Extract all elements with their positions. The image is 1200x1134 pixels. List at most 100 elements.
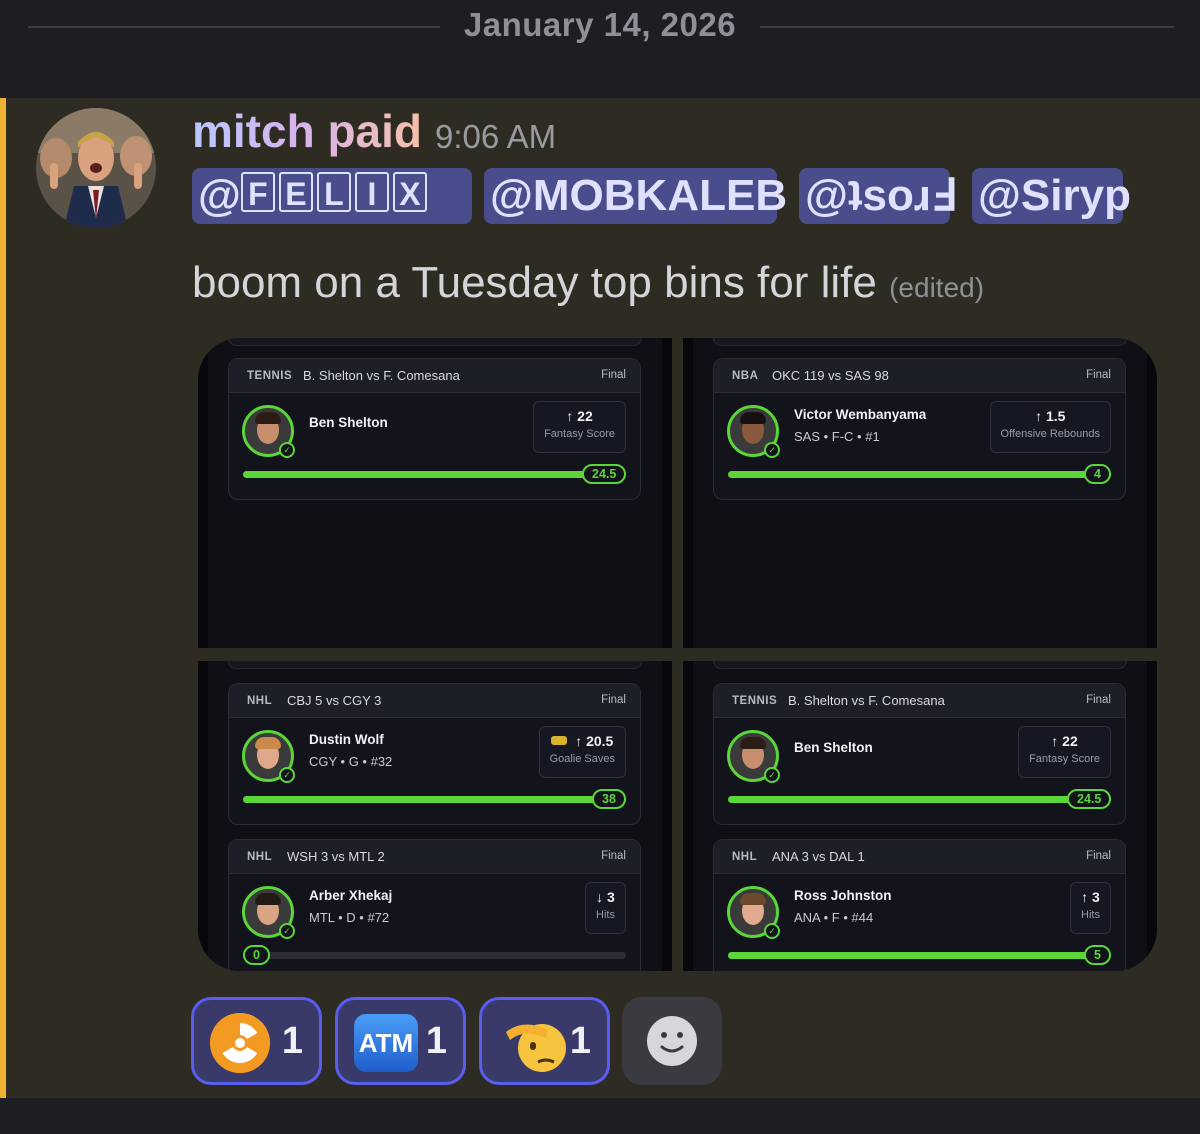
progress-fill	[243, 796, 626, 803]
letter-box: F	[240, 172, 275, 212]
game-status: Final	[601, 694, 626, 706]
player-photo: ✓	[242, 886, 295, 939]
game-status: Final	[1086, 850, 1111, 862]
mention-siryp[interactable]: @Siryp	[972, 168, 1131, 224]
league-label: TENNIS	[247, 370, 293, 382]
tile-edge	[683, 661, 693, 971]
highlight-accent-bar	[0, 98, 6, 1098]
tile-edge	[662, 338, 672, 648]
card-header: TENNIS B. Shelton vs F. Comesana Final	[229, 359, 640, 393]
progress-fill	[728, 471, 1111, 478]
image-attachment-4[interactable]: TENNIS B. Shelton vs F. Comesana Final ✓…	[683, 661, 1157, 971]
stat-label: Goalie Saves	[549, 753, 615, 765]
reaction-radioactive[interactable]: 1	[191, 997, 322, 1085]
stat-label: Hits	[1081, 909, 1100, 921]
letter-box: I	[354, 172, 389, 212]
player-name: Victor Wembanyama	[794, 407, 927, 422]
mention-mobkaleb[interactable]: @MOBKALEB	[484, 168, 787, 224]
player-meta: MTL • D • #72	[309, 910, 390, 925]
message-text: boom on a Tuesday top bins for life	[192, 258, 877, 307]
player-meta: ANA • F • #44	[794, 910, 874, 925]
reaction-saluting-face[interactable]: 1	[479, 997, 610, 1085]
progress-track: 4	[728, 464, 1111, 484]
player-name: Ben Shelton	[309, 415, 388, 430]
stat-value: ↑ 22	[566, 408, 593, 424]
matchup-label: B. Shelton vs F. Comesana	[788, 693, 945, 708]
stat-label: Hits	[596, 909, 615, 921]
radioactive-icon	[210, 1013, 270, 1073]
add-reaction-button[interactable]	[622, 997, 722, 1085]
avatar[interactable]	[36, 108, 156, 228]
player-name: Ross Johnston	[794, 888, 892, 903]
player-meta: CGY • G • #32	[309, 754, 393, 769]
game-status: Final	[1086, 369, 1111, 381]
stat-box: ↑ 22 Fantasy Score	[533, 401, 626, 453]
card-header: TENNIS B. Shelton vs F. Comesana Final	[714, 684, 1125, 718]
reaction-atm[interactable]: ATM 1	[335, 997, 466, 1085]
progress-fill	[728, 796, 1111, 803]
message-timestamp[interactable]: 9:06 AM	[435, 118, 556, 156]
matchup-label: B. Shelton vs F. Comesana	[303, 368, 460, 383]
stat-value: ↑ 20.5	[550, 733, 615, 749]
message[interactable]: mitch paid 9:06 AM @ F E L I X @MOBKALEB @ʇso…	[0, 98, 1200, 1098]
progress-track: 38	[243, 789, 626, 809]
check-icon: ✓	[764, 923, 780, 939]
pick-card: NBA OKC 119 vs SAS 98 Final ✓ Victor Wem…	[713, 358, 1126, 500]
league-label: NHL	[247, 851, 273, 863]
card-sliver	[228, 661, 642, 669]
card-sliver	[228, 338, 642, 346]
check-icon: ✓	[764, 442, 780, 458]
stat-box: ↑ 1.5 Offensive Rebounds	[989, 401, 1111, 453]
pick-card: TENNIS B. Shelton vs F. Comesana Final ✓…	[713, 683, 1126, 825]
date-divider: January 14, 2026	[0, 0, 1200, 98]
goalie-puck-icon	[551, 736, 568, 745]
date-label: January 14, 2026	[463, 6, 737, 43]
saluting-face-icon	[502, 1012, 566, 1074]
player-name: Dustin Wolf	[309, 732, 384, 747]
reaction-count: 1	[569, 1020, 591, 1062]
mention-prefix: @	[198, 171, 241, 220]
stat-value: ↑ 1.5	[1035, 408, 1066, 424]
image-attachment-1[interactable]: TENNIS B. Shelton vs F. Comesana Final ✓…	[198, 338, 672, 648]
league-label: NHL	[247, 695, 273, 707]
image-attachment-3[interactable]: NHL CBJ 5 vs CGY 3 Final ✓ Dustin Wolf C…	[198, 661, 672, 971]
tile-edge	[1147, 338, 1157, 648]
progress-fill	[728, 952, 1111, 959]
matchup-label: ANA 3 vs DAL 1	[772, 849, 865, 864]
progress-fill	[243, 471, 626, 478]
stat-value: ↓ 3	[596, 889, 615, 905]
letter-box: X	[392, 172, 427, 212]
progress-track: 24.5	[243, 464, 627, 484]
stat-box: ↑ 22 Fantasy Score	[1018, 726, 1111, 778]
mention-frost[interactable]: @ʇsoɹℲ	[799, 168, 956, 224]
image-attachment-2[interactable]: NBA OKC 119 vs SAS 98 Final ✓ Victor Wem…	[683, 338, 1157, 648]
progress-value-badge: 38	[592, 789, 626, 809]
player-meta: SAS • F-C • #1	[794, 429, 880, 444]
message-content: boom on a Tuesday top bins for life (edi…	[192, 258, 984, 308]
card-header: NHL WSH 3 vs MTL 2 Final	[229, 840, 640, 874]
player-photo: ✓	[242, 405, 295, 458]
mention-felix[interactable]: @ F E L I X	[192, 168, 472, 224]
footer-strip	[0, 1098, 1200, 1134]
stat-value: ↑ 22	[1051, 733, 1078, 749]
player-photo: ✓	[727, 886, 780, 939]
progress-value-badge: 4	[1084, 464, 1111, 484]
card-header: NHL ANA 3 vs DAL 1 Final	[714, 840, 1125, 874]
author-name[interactable]: mitch paid	[192, 104, 422, 158]
player-photo: ✓	[727, 405, 780, 458]
check-icon: ✓	[279, 923, 295, 939]
tile-edge	[1147, 661, 1157, 971]
player-name: Arber Xhekaj	[309, 888, 393, 903]
matchup-label: OKC 119 vs SAS 98	[772, 368, 889, 383]
progress-value-badge: 24.5	[582, 464, 627, 484]
game-status: Final	[1086, 694, 1111, 706]
smiley-face-icon	[647, 1016, 697, 1066]
tile-edge	[198, 338, 208, 648]
letter-box: E	[278, 172, 313, 212]
progress-track: 24.5	[728, 789, 1112, 809]
player-name: Ben Shelton	[794, 740, 873, 755]
pick-card: TENNIS B. Shelton vs F. Comesana Final ✓…	[228, 358, 641, 500]
progress-value-badge: 0	[243, 945, 270, 965]
card-sliver	[713, 661, 1127, 669]
tile-edge	[683, 338, 693, 648]
